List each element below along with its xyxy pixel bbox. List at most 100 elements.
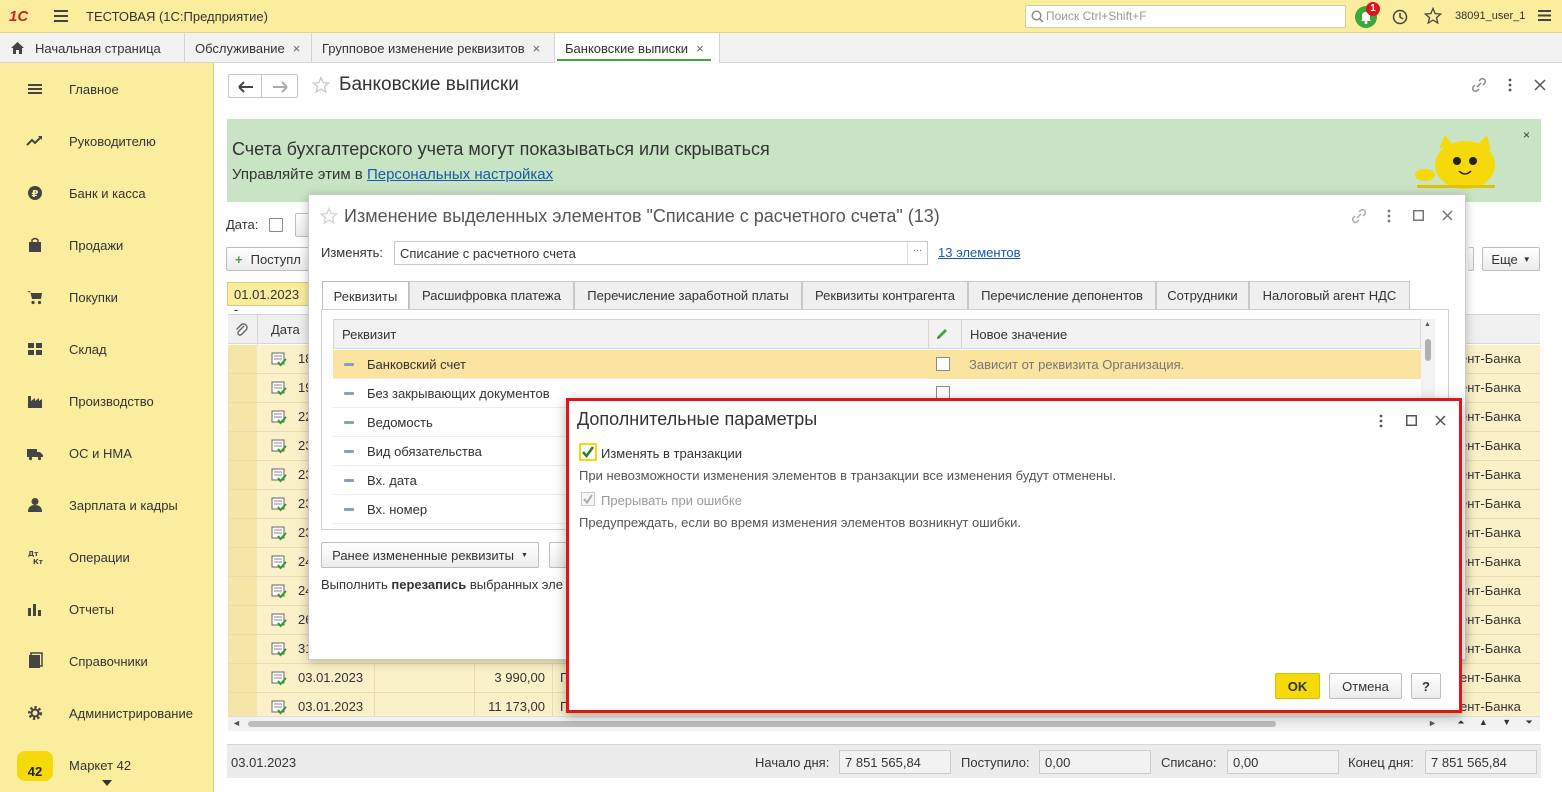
posted-document-icon xyxy=(271,526,287,541)
tab-employees[interactable]: Сотрудники xyxy=(1156,281,1249,309)
more-vertical-icon[interactable] xyxy=(1379,414,1383,428)
sidebar-item-production[interactable]: Производство xyxy=(0,375,213,427)
truck-icon xyxy=(26,444,44,462)
attribute-row[interactable]: Банковский счет xyxy=(333,350,928,379)
abort-on-error-label[interactable]: Прерывать при ошибке xyxy=(601,493,742,508)
change-type-field[interactable]: Списание с расчетного счета ... xyxy=(394,241,928,265)
row-bank: ент-Банка xyxy=(1460,409,1521,424)
toolbar-button-partial[interactable] xyxy=(1468,247,1474,271)
row-marker xyxy=(228,490,257,518)
scroll-down-icon[interactable]: ▼ xyxy=(1502,717,1511,731)
sidebar-item-warehouse[interactable]: Склад xyxy=(0,323,213,375)
tab-attributes[interactable]: Реквизиты xyxy=(322,281,409,310)
attributes-vertical-scrollbar[interactable]: ▲ xyxy=(1421,319,1435,407)
search-input[interactable]: Поиск Ctrl+Shift+F xyxy=(1025,5,1346,28)
tab-group-change[interactable]: Групповое изменение реквизитов × xyxy=(312,33,555,63)
favorites-star-icon[interactable] xyxy=(320,207,338,225)
attribute-name: Банковский счет xyxy=(367,356,466,372)
link-icon[interactable] xyxy=(1471,77,1487,93)
tab-salary-transfer[interactable]: Перечисление заработной платы xyxy=(574,281,802,309)
link-icon[interactable] xyxy=(1351,208,1367,224)
col-new-value[interactable]: Новое значение xyxy=(970,327,1067,342)
sidebar-item-admin[interactable]: Администрирование xyxy=(0,687,213,739)
scroll-bottom-icon[interactable]: ⏷ xyxy=(1526,717,1533,731)
sidebar-item-operations[interactable]: Дт Кт Операции xyxy=(0,531,213,583)
sidebar-scroll-down-icon[interactable] xyxy=(102,780,112,786)
close-icon[interactable]: × xyxy=(533,41,541,56)
tab-payment-details[interactable]: Расшифровка платежа xyxy=(409,281,574,309)
sidebar-item-main[interactable]: Главное xyxy=(0,63,213,115)
posted-document-icon xyxy=(271,584,287,599)
params-dialog-title: Дополнительные параметры xyxy=(577,409,818,429)
posted-document-icon xyxy=(271,410,287,425)
cancel-button[interactable]: Отмена xyxy=(1329,673,1402,699)
row-marker xyxy=(228,403,257,431)
date-filter-checkbox[interactable] xyxy=(269,218,283,232)
menu-icon[interactable] xyxy=(54,10,68,22)
scroll-top-icon[interactable]: ⏶ xyxy=(1457,717,1464,731)
personal-settings-link[interactable]: Персональных настройках xyxy=(367,166,553,183)
posted-document-icon xyxy=(271,439,287,454)
select-ellipsis-button[interactable]: ... xyxy=(907,242,927,264)
more-vertical-icon[interactable] xyxy=(1387,209,1391,223)
ok-button[interactable]: OK xyxy=(1275,673,1320,699)
sidebar-item-sales[interactable]: Продажи xyxy=(0,219,213,271)
row-marker xyxy=(228,461,257,489)
grid-col-date[interactable]: Дата xyxy=(271,322,300,337)
close-icon[interactable] xyxy=(1442,210,1453,221)
scroll-up-icon[interactable]: ▲ xyxy=(1479,717,1488,731)
close-banner-icon[interactable]: × xyxy=(1523,128,1530,142)
field-type-icon xyxy=(344,478,354,482)
ruble-coin-icon: ₽ xyxy=(26,184,44,202)
close-icon[interactable] xyxy=(1435,415,1446,426)
more-vertical-icon[interactable] xyxy=(1508,78,1512,92)
sidebar-item-reports[interactable]: Отчеты xyxy=(0,583,213,635)
app-logo[interactable]: 1С xyxy=(9,8,28,25)
sidebar-item-payroll[interactable]: Зарплата и кадры xyxy=(0,479,213,531)
sidebar-item-bank[interactable]: ₽ Банк и касса xyxy=(0,167,213,219)
tab-service[interactable]: Обслуживание × xyxy=(185,33,312,63)
transaction-checkbox[interactable] xyxy=(579,443,597,461)
maximize-icon[interactable] xyxy=(1413,210,1424,221)
add-to-favorites-star-icon[interactable] xyxy=(312,76,330,94)
sidebar-item-purchases[interactable]: Покупки xyxy=(0,271,213,323)
tab-depositors-transfer[interactable]: Перечисление депонентов xyxy=(968,281,1156,309)
sidebar-item-assets[interactable]: ОС и НМА xyxy=(0,427,213,479)
row-date: 03.01.2023 xyxy=(298,699,364,714)
attribute-change-checkbox[interactable] xyxy=(936,357,950,371)
attribute-name: Ведомость xyxy=(367,414,433,430)
period-selector[interactable]: 01.01.2023 - xyxy=(227,282,311,317)
tab-counterparty-details[interactable]: Реквизиты контрагента xyxy=(802,281,968,309)
back-button[interactable] xyxy=(228,74,262,98)
close-icon[interactable]: × xyxy=(293,41,301,56)
written-off-label: Списано: xyxy=(1161,755,1217,770)
sidebar-item-manager[interactable]: Руководителю xyxy=(0,115,213,167)
tab-home[interactable]: Начальная страница xyxy=(0,33,185,63)
grid-horizontal-scrollbar[interactable]: ◄ ► ⏶ ▲ ▼ ⏷ xyxy=(228,716,1540,731)
close-icon[interactable]: × xyxy=(696,41,704,56)
close-form-icon[interactable] xyxy=(1534,79,1546,91)
elements-count-link[interactable]: 13 элементов xyxy=(938,245,1021,260)
history-icon[interactable] xyxy=(1391,8,1409,26)
posted-document-icon xyxy=(271,671,287,686)
more-button[interactable]: Еще ▼ xyxy=(1482,247,1540,271)
svg-text:Дт: Дт xyxy=(28,550,39,558)
maximize-icon[interactable] xyxy=(1406,415,1417,426)
help-button[interactable]: ? xyxy=(1411,673,1441,699)
start-of-day-value: 7 851 565,84 xyxy=(839,750,951,774)
date-filter-input[interactable] xyxy=(295,213,309,237)
forward-button[interactable] xyxy=(262,74,298,98)
row-bank: ент-Банка xyxy=(1460,670,1521,685)
posted-document-icon xyxy=(271,468,287,483)
add-receipt-button[interactable]: + Поступл xyxy=(226,247,310,271)
col-attribute[interactable]: Реквизит xyxy=(342,327,396,342)
user-name[interactable]: 38091_user_1 xyxy=(1455,10,1525,22)
tab-bank-statements[interactable]: Банковские выписки × xyxy=(555,33,720,63)
main-menu-icon[interactable] xyxy=(1538,10,1551,21)
previously-changed-button[interactable]: Ранее измененные реквизиты ▼ xyxy=(321,542,539,568)
abort-on-error-checkbox[interactable] xyxy=(581,492,595,506)
favorites-star-icon[interactable] xyxy=(1424,7,1442,25)
sidebar-item-directories[interactable]: Справочники xyxy=(0,635,213,687)
transaction-label[interactable]: Изменять в транзакции xyxy=(601,446,742,461)
tab-vat-agent[interactable]: Налоговый агент НДС xyxy=(1249,281,1410,309)
